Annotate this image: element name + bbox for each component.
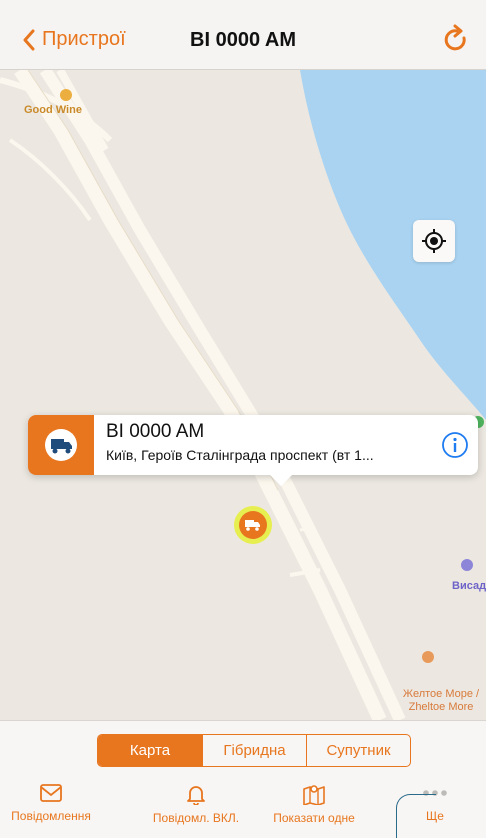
tab-notifications-label: Повідомл. ВКЛ.: [152, 811, 240, 825]
callout-address: Київ, Героїв Сталінграда проспект (вт 1.…: [106, 447, 374, 463]
poi-zheltoe-label[interactable]: Желтое Море / Zheltoe More: [397, 688, 485, 714]
bell-icon: [187, 786, 205, 805]
tab-messages[interactable]: Повідомлення: [0, 783, 102, 823]
tab-show-one-label: Показати одне: [273, 811, 355, 825]
tab-notifications[interactable]: Повідомл. ВКЛ.: [136, 783, 256, 825]
map-type-satellite[interactable]: Супутник: [306, 735, 410, 766]
refresh-button[interactable]: [440, 24, 472, 56]
back-label: Пристрої: [42, 28, 126, 50]
info-button[interactable]: [432, 415, 478, 475]
map-type-segmented-control: Карта Гібридна Супутник: [97, 734, 411, 767]
callout-tail: [270, 475, 292, 486]
map-type-map[interactable]: Карта: [98, 735, 202, 766]
vehicle-marker-inner: [239, 511, 267, 539]
focus-indicator: [396, 794, 436, 838]
map-type-hybrid[interactable]: Гібридна: [202, 735, 306, 766]
navigation-bar: Пристрої BI 0000 AM: [0, 0, 486, 70]
truck-icon: [245, 520, 260, 531]
vehicle-callout[interactable]: BI 0000 AM Київ, Героїв Сталінграда прос…: [28, 415, 478, 486]
callout-vehicle-badge: [28, 415, 94, 475]
callout-title: BI 0000 AM: [106, 421, 205, 442]
map-pin-icon: [303, 785, 325, 805]
callout-body: BI 0000 AM Київ, Героїв Сталінграда прос…: [94, 415, 432, 475]
envelope-icon: [40, 784, 62, 802]
tab-messages-label: Повідомлення: [11, 809, 91, 823]
map-view[interactable]: Good Wine Гольф Цен Висад Желтое Море / …: [0, 70, 486, 720]
poi-visa-label[interactable]: Висад: [452, 580, 486, 592]
poi-good-wine-label[interactable]: Good Wine: [24, 104, 82, 116]
crosshair-icon: [422, 229, 446, 253]
vehicle-marker[interactable]: [234, 506, 272, 544]
tab-show-one[interactable]: Показати одне: [262, 783, 366, 825]
chevron-left-icon: [23, 29, 35, 50]
back-button[interactable]: Пристрої: [22, 28, 126, 51]
locate-me-button[interactable]: [413, 220, 455, 262]
poi-zheltoe-line-2: Zheltoe More: [408, 701, 474, 713]
truck-icon: [45, 429, 77, 461]
poi-zheltoe-line-1: Желтое Море /: [402, 688, 480, 700]
refresh-icon: [444, 24, 466, 51]
map-base: [0, 70, 486, 720]
info-icon: [442, 432, 468, 458]
